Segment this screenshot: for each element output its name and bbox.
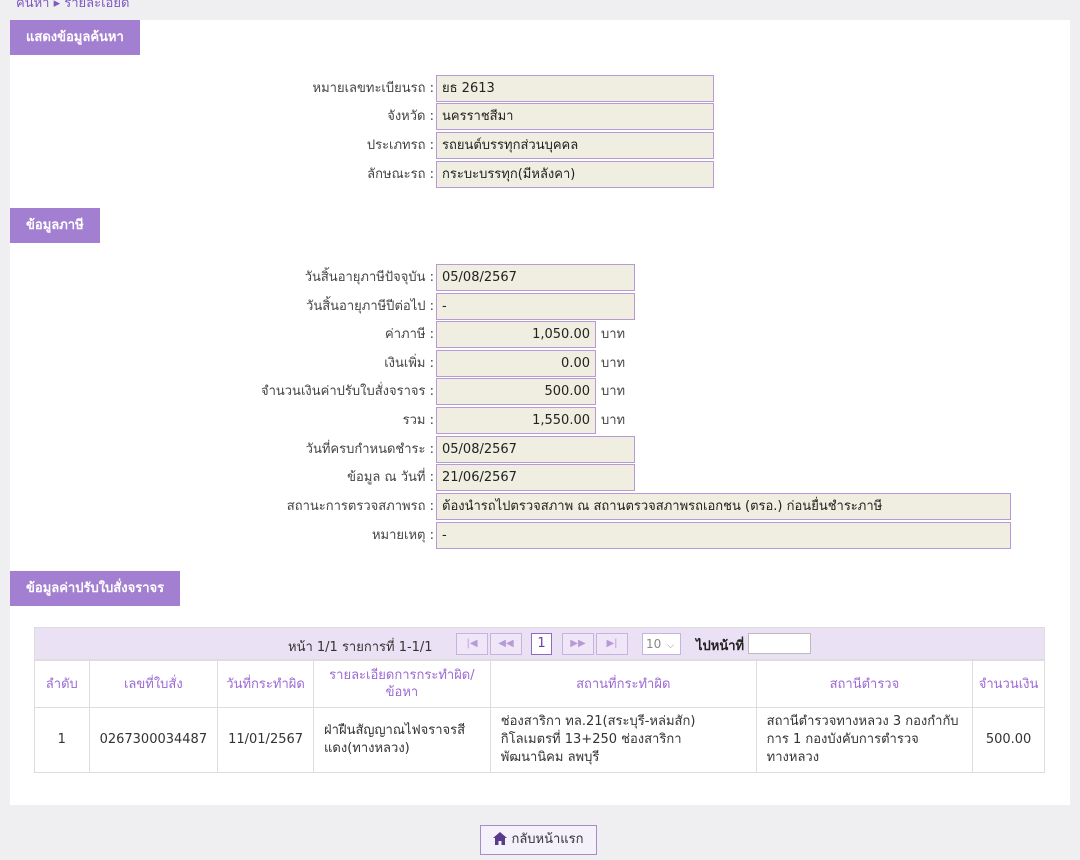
breadcrumb-home[interactable]: ค้นหา: [16, 0, 49, 11]
breadcrumb-separator: ▸: [53, 0, 61, 11]
col-location: สถานที่กระทำผิด: [489, 660, 757, 708]
as-of-field: 21/06/2567: [436, 464, 635, 491]
fines-header: ข้อมูลค่าปรับใบสั่งจราจร: [10, 571, 181, 606]
as-of-label: ข้อมูล ณ วันที่ :: [347, 470, 434, 485]
remark-label: หมายเหตุ :: [371, 528, 434, 543]
tax-amount-unit: บาท: [601, 327, 626, 342]
last-page-button[interactable]: ▶|: [596, 633, 628, 655]
fine-amount-label: จำนวนเงินค่าปรับใบสั่งจราจร :: [260, 384, 434, 399]
goto-page-label: ไปหน้าที่: [696, 639, 745, 654]
cell-ticket-no: 0267300034487: [88, 707, 219, 773]
col-date: วันที่กระทำผิด: [217, 660, 315, 708]
total-label: รวม :: [402, 413, 434, 428]
col-station: สถานีตำรวจ: [755, 660, 974, 708]
plate-row: หมายเลขทะเบียนรถ :: [10, 75, 434, 102]
pager-bar: หน้า 1/1 รายการที่ 1-1/1 |◀ ◀◀ 1 ▶▶ ▶| 1…: [34, 627, 1045, 660]
vehicle-type-row: ประเภทรถ :: [10, 132, 434, 159]
inspection-field: ต้องนำรถไปตรวจสภาพ ณ สถานตรวจสภาพรถเอกชน…: [436, 493, 1011, 520]
col-ticket-no: เลขที่ใบสั่ง: [88, 660, 219, 708]
total-field: 1,550.00: [436, 407, 596, 434]
plate-field: ยธ 2613: [436, 75, 714, 102]
expiry-next-field: -: [436, 293, 635, 320]
home-icon: [493, 832, 508, 845]
vehicle-type-field: รถยนต์บรรทุกส่วนบุคคล: [436, 132, 714, 159]
expiry-current-field: 05/08/2567: [436, 264, 635, 291]
vehicle-style-row: ลักษณะรถ :: [10, 161, 434, 188]
tax-amount-field: 1,050.00: [436, 321, 596, 348]
cell-seq: 1: [34, 707, 90, 773]
fine-amount-unit: บาท: [601, 384, 626, 399]
page-size-value: 10: [646, 637, 662, 651]
page-size-select[interactable]: 10 ⌵: [642, 633, 681, 655]
prev-page-button[interactable]: ◀◀: [490, 633, 522, 655]
table-row: 1 0267300034487 11/01/2567 ฝ่าฝืนสัญญาณไ…: [34, 707, 1045, 773]
surcharge-unit: บาท: [601, 356, 626, 371]
cell-location: ช่องสาริกา ทล.21(สระบุรี-หล่มสัก) กิโลเม…: [489, 707, 757, 773]
next-page-button[interactable]: ▶▶: [562, 633, 594, 655]
breadcrumb-current: รายละเอียด: [64, 0, 130, 11]
expiry-current-label: วันสิ้นอายุภาษีปัจจุบัน :: [304, 270, 434, 285]
expiry-next-label: วันสิ้นอายุภาษีปีต่อไป :: [306, 299, 434, 314]
col-offense: รายละเอียดการกระทำผิด/ข้อหา: [313, 660, 491, 708]
surcharge-field: 0.00: [436, 350, 596, 377]
plate-label: หมายเลขทะเบียนรถ :: [312, 81, 434, 96]
cell-date: 11/01/2567: [217, 707, 315, 773]
due-date-field: 05/08/2567: [436, 436, 635, 463]
inspection-label: สถานะการตรวจสภาพรถ :: [286, 499, 434, 514]
tax-info-header: ข้อมูลภาษี: [10, 208, 100, 243]
chevron-down-icon: ⌵: [667, 641, 674, 651]
cell-offense: ฝ่าฝืนสัญญาณไฟจราจรสีแดง(ทางหลวง): [313, 707, 491, 773]
remark-field: -: [436, 522, 1011, 549]
col-amount: จำนวนเงิน: [972, 660, 1045, 708]
surcharge-label: เงินเพิ่ม :: [384, 356, 434, 371]
fines-table: ลำดับ เลขที่ใบสั่ง วันที่กระทำผิด รายละเ…: [34, 660, 1045, 773]
fine-amount-field: 500.00: [436, 378, 596, 405]
home-button-label: กลับหน้าแรก: [511, 832, 584, 847]
province-row: จังหวัด :: [10, 103, 434, 130]
content-panel: แสดงข้อมูลค้นหา หมายเลขทะเบียนรถ : ยธ 26…: [10, 20, 1070, 805]
goto-page-input[interactable]: [748, 633, 811, 654]
table-header-row: ลำดับ เลขที่ใบสั่ง วันที่กระทำผิด รายละเ…: [34, 660, 1045, 708]
search-info-header: แสดงข้อมูลค้นหา: [10, 20, 140, 55]
total-unit: บาท: [601, 413, 626, 428]
current-page-button[interactable]: 1: [531, 633, 552, 655]
vehicle-type-label: ประเภทรถ :: [366, 138, 434, 153]
first-page-button[interactable]: |◀: [456, 633, 488, 655]
breadcrumb: ค้นหา ▸ รายละเอียด: [16, 0, 129, 13]
tax-amount-label: ค่าภาษี :: [385, 327, 434, 342]
col-seq: ลำดับ: [34, 660, 90, 708]
province-field: นครราชสีมา: [436, 103, 714, 130]
home-button[interactable]: กลับหน้าแรก: [480, 825, 597, 855]
pager-summary: หน้า 1/1 รายการที่ 1-1/1: [288, 640, 433, 655]
province-label: จังหวัด :: [387, 109, 434, 124]
vehicle-style-label: ลักษณะรถ :: [367, 167, 434, 182]
due-date-label: วันที่ครบกำหนดชำระ :: [305, 442, 434, 457]
vehicle-style-field: กระบะบรรทุก(มีหลังคา): [436, 161, 714, 188]
cell-station: สถานีตำรวจทางหลวง 3 กองกำกับการ 1 กองบัง…: [755, 707, 974, 773]
cell-amount: 500.00: [972, 707, 1045, 773]
